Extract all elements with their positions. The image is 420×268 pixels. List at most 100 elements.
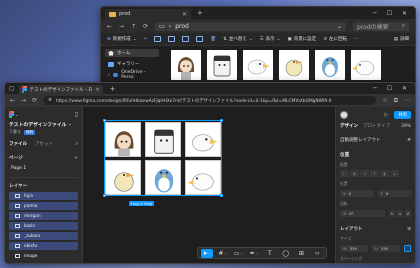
canvas-image-penguin[interactable] (145, 160, 181, 195)
move-tool[interactable]: ➤ ⌄ (201, 248, 213, 258)
resize-handle[interactable] (103, 194, 106, 197)
x-field[interactable]: X 0 (340, 190, 374, 197)
view-button[interactable]: ☰ 表示 ⌄ (260, 36, 281, 43)
back-icon[interactable]: ← (10, 97, 15, 104)
new-tab-icon[interactable]: + (110, 85, 116, 93)
avatar[interactable] (340, 111, 348, 119)
align-middle-v-icon[interactable]: ╪ (380, 170, 389, 177)
copy-icon[interactable] (154, 36, 162, 42)
pen-tool[interactable]: ✒ ⌄ (248, 249, 260, 258)
cut-icon[interactable]: ✂ (144, 37, 148, 42)
file-thumbnail-bird[interactable] (243, 50, 273, 80)
layer-item[interactable]: morgan (9, 212, 78, 220)
layer-item[interactable]: kazin (9, 222, 78, 230)
height-field[interactable]: H 330 (372, 245, 400, 252)
file-name[interactable]: テストのデザインファイル ⌄ (9, 121, 78, 128)
resize-handle[interactable] (103, 119, 106, 122)
tab-prototype[interactable]: プロトタイプ (363, 123, 390, 129)
layer-item[interactable]: fujin (9, 192, 78, 200)
file-thumbnail-penguin[interactable] (315, 50, 345, 80)
sidebar-item-onedrive[interactable]: › OneDrive - Perso (105, 70, 159, 80)
rotate-left-button[interactable]: ↺ 左に回転 (323, 36, 347, 43)
browser-profile-icon[interactable]: ▢ (9, 85, 15, 92)
align-center-h-icon[interactable]: ┼ (350, 170, 359, 177)
share-icon[interactable] (196, 36, 204, 42)
up-icon[interactable]: ↑ (131, 23, 136, 30)
resize-handle[interactable] (220, 119, 223, 122)
sidebar-item-gallery[interactable]: ギャラリー (105, 60, 159, 68)
new-button[interactable]: ⊕ 新規作成 ⌄ (107, 36, 137, 43)
sidebar-item-home[interactable]: ホーム (105, 49, 159, 57)
forward-icon[interactable]: → (21, 97, 26, 104)
canvas-image-bird[interactable] (185, 122, 221, 157)
minimize-icon[interactable]: ─ (373, 10, 377, 17)
back-icon[interactable]: ← (107, 23, 112, 30)
tab-design[interactable]: デザイン (340, 123, 358, 129)
layer-item[interactable]: _zukoro (9, 232, 78, 240)
paste-icon[interactable] (168, 36, 176, 42)
file-thumbnail-duck[interactable] (279, 50, 309, 80)
actions-tool[interactable]: ⊞ (296, 249, 308, 258)
new-tab-icon[interactable]: + (197, 9, 203, 17)
canvas-image-duck[interactable] (105, 160, 141, 195)
add-page-icon[interactable]: + (74, 156, 78, 161)
tab-assets[interactable]: アセット (35, 141, 53, 147)
extensions-icon[interactable]: ⧉ (394, 97, 398, 105)
page-item[interactable]: Page 1 (9, 165, 78, 172)
zoom-level[interactable]: 39% (401, 124, 411, 129)
frame-tool[interactable]: # ⌄ (217, 249, 229, 258)
chevron-down-icon[interactable]: ⌄ (337, 23, 342, 30)
url-bar[interactable]: ⚙ https://www.figma.com/design/lRfuhHbae… (43, 96, 377, 105)
file-explorer-window[interactable]: prod ✕ + ─ ☐ ✕ ← → ↑ ⟳ ▭ › prod ⌄ prodの検… (100, 6, 416, 86)
share-button[interactable]: 共有 (394, 111, 411, 119)
flip-h-icon[interactable]: ⇋ (397, 210, 403, 217)
component-icon[interactable]: ❖ (407, 138, 411, 143)
figma-browser-window[interactable]: ▢ テストのデザインファイル – Figma ✕ + ─ ☐ ✕ ← → ⟳ ⚙… (4, 82, 416, 264)
align-bottom-icon[interactable]: ⊥ (390, 170, 399, 177)
selected-frame[interactable] (103, 119, 223, 197)
toggle-sidebar-icon[interactable]: ▯ (75, 111, 78, 118)
expand-chevron-icon[interactable]: › (108, 73, 110, 78)
rotation-field[interactable]: ⟲ 0° (340, 210, 385, 217)
close-window-icon[interactable]: ✕ (402, 85, 407, 92)
sort-button[interactable]: ⇅ 並べ替え ⌄ (223, 36, 253, 43)
canvas[interactable]: Hug × Hug ➤ ⌄ # ⌄ ▭ ⌄ ✒ ⌄ T ◯ ⊞ ‹› (83, 107, 335, 263)
comment-tool[interactable]: ◯ (280, 249, 292, 258)
layer-item[interactable]: ebisfu (9, 242, 78, 250)
close-tab-icon[interactable]: ✕ (182, 11, 187, 18)
more-icon[interactable]: ··· (354, 37, 358, 42)
details-button[interactable]: ▤ 詳細 (394, 36, 409, 43)
search-icon[interactable]: ⌕ (75, 141, 78, 147)
canvas-image-girl[interactable] (105, 122, 141, 157)
forward-icon[interactable]: → (119, 23, 124, 30)
explorer-search-input[interactable]: prodの検索 ⌕ (353, 21, 409, 31)
main-menu-button[interactable]: ⌄ (9, 111, 21, 118)
text-tool[interactable]: T (264, 249, 276, 258)
maximize-icon[interactable]: ☐ (387, 10, 392, 17)
delete-icon[interactable]: 🗑 (210, 37, 216, 42)
canvas-image-ghost[interactable] (145, 122, 181, 157)
minimize-icon[interactable]: ─ (373, 85, 377, 92)
rotate-90-icon[interactable]: ↻ (389, 210, 395, 217)
resize-handle[interactable] (220, 194, 223, 197)
tab-file[interactable]: ファイル (9, 141, 27, 147)
address-bar[interactable]: ▭ › prod ⌄ (155, 21, 346, 31)
y-field[interactable]: Y 0 (377, 190, 411, 197)
close-window-icon[interactable]: ✕ (402, 10, 407, 17)
present-icon[interactable]: ▷ (385, 112, 389, 118)
align-left-icon[interactable]: ⊢ (340, 170, 349, 177)
flip-v-icon[interactable]: ⇵ (405, 210, 411, 217)
dev-mode-toggle[interactable]: ‹› (311, 249, 323, 258)
set-background-button[interactable]: ▣ 背景に設定 (287, 36, 316, 43)
align-right-icon[interactable]: ⊣ (360, 170, 369, 177)
align-top-icon[interactable]: ⊤ (370, 170, 379, 177)
refresh-icon[interactable]: ⟳ (32, 97, 37, 104)
constrain-proportions-toggle[interactable] (404, 245, 411, 252)
shape-tool[interactable]: ▭ ⌄ (233, 249, 245, 258)
refresh-icon[interactable]: ⟳ (143, 23, 148, 30)
layout-grid-icon[interactable]: ⊞ (407, 227, 411, 232)
bookmark-star-icon[interactable]: ☆ (382, 97, 387, 105)
close-tab-icon[interactable]: ✕ (95, 87, 99, 93)
file-thumbnail-white-bird[interactable] (351, 50, 381, 80)
file-thumbnail-ghost[interactable] (207, 50, 237, 80)
